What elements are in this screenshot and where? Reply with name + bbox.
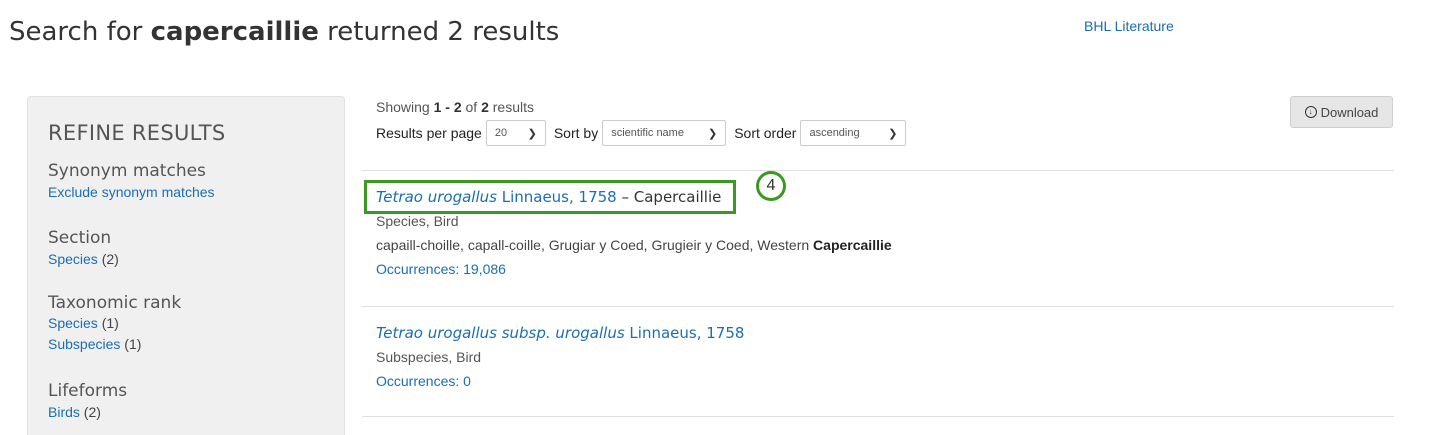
facet-heading: Section — [48, 228, 112, 248]
download-icon: ↓ — [1304, 106, 1317, 118]
per-page-label: Results per page — [376, 125, 482, 141]
facet-synonym-matches: Synonym matches Exclude synonym matches — [48, 161, 215, 203]
facet-count: (2) — [101, 251, 119, 267]
scientific-name: Tetrao urogallus subsp. urogallus — [376, 324, 625, 342]
authority: Linnaeus, 1758 — [624, 324, 745, 342]
title-prefix: Search for — [9, 17, 151, 47]
result-title-link[interactable]: Tetrao urogallus subsp. urogallus Linnae… — [376, 324, 744, 342]
facet-heading: Taxonomic rank — [48, 293, 182, 313]
facet-lifeforms: Lifeforms Birds (2) — [48, 381, 127, 423]
result-controls: Results per page 20 ❯ Sort by scientific … — [376, 120, 914, 146]
result-rank-type: Subspecies, Bird — [376, 349, 482, 365]
divider — [362, 306, 1394, 307]
divider — [362, 416, 1394, 417]
sort-order-value: ascending — [809, 127, 860, 139]
showing-prefix: Showing — [376, 99, 434, 115]
refine-results-heading: REFINE RESULTS — [48, 121, 226, 145]
download-button[interactable]: ↓ Download — [1290, 96, 1393, 128]
annotation-step-badge: 4 — [756, 171, 786, 201]
names-match: Capercaillie — [813, 237, 892, 253]
chevron-down-icon: ❯ — [707, 127, 718, 140]
chevron-down-icon: ❯ — [888, 127, 898, 140]
result-common-names: capaill-choille, capall-coille, Grugiar … — [376, 235, 892, 255]
result-rank-type: Species, Bird — [376, 213, 459, 229]
per-page-value: 20 — [494, 127, 508, 139]
divider — [362, 170, 1394, 171]
showing-range: 1 - 2 — [433, 99, 462, 115]
facet-section: Section Species (2) — [48, 228, 119, 270]
sort-order-label: Sort order — [734, 125, 797, 141]
chevron-down-icon: ❯ — [527, 127, 537, 140]
facet-count: (2) — [83, 404, 101, 420]
exclude-synonym-matches-link[interactable]: Exclude synonym matches — [48, 181, 215, 203]
sort-by-value: scientific name — [611, 127, 684, 139]
showing-results-text: Showing 1 - 2 of 2 results — [376, 99, 534, 115]
search-query: capercaillie — [150, 17, 319, 47]
facet-link-label: Species — [48, 251, 98, 267]
facet-link-label: Subspecies — [48, 336, 121, 352]
title-suffix: returned 2 results — [318, 17, 560, 47]
facet-link-label: Exclude synonym matches — [48, 184, 215, 200]
facet-count: (1) — [101, 315, 119, 331]
facet-link-label: Species — [48, 315, 98, 331]
sort-order-select[interactable]: ascending ❯ — [800, 120, 907, 146]
occurrences-link[interactable]: Occurrences: 19,086 — [376, 261, 892, 277]
sort-by-select[interactable]: scientific name ❯ — [602, 120, 727, 146]
download-label: Download — [1320, 104, 1379, 120]
facet-taxonomic-rank: Taxonomic rank Species (1) Subspecies (1… — [48, 293, 181, 355]
rank-species-link[interactable]: Species (1) — [48, 313, 181, 334]
page-title: Search for capercaillie returned 2 resul… — [9, 17, 559, 47]
showing-total: 2 — [481, 99, 489, 115]
showing-of: of — [461, 99, 482, 115]
section-species-link[interactable]: Species (2) — [48, 248, 119, 270]
facet-heading: Lifeforms — [48, 381, 128, 401]
lifeform-birds-link[interactable]: Birds (2) — [48, 401, 127, 423]
per-page-select[interactable]: 20 ❯ — [485, 120, 546, 146]
facet-heading: Synonym matches — [48, 161, 206, 181]
sort-by-label: Sort by — [553, 125, 599, 141]
occurrences-link[interactable]: Occurrences: 0 — [376, 373, 744, 389]
facet-count: (1) — [124, 336, 142, 352]
annotation-highlight-box — [364, 180, 736, 214]
refine-sidebar: REFINE RESULTS Synonym matches Exclude s… — [27, 96, 345, 435]
rank-subspecies-link[interactable]: Subspecies (1) — [48, 334, 181, 355]
showing-suffix: results — [488, 99, 534, 115]
result-item: Tetrao urogallus subsp. urogallus Linnae… — [376, 324, 744, 389]
facet-link-label: Birds — [48, 404, 80, 420]
bhl-literature-link[interactable]: BHL Literature — [1084, 18, 1174, 34]
names-list: capaill-choille, capall-coille, Grugiar … — [376, 237, 814, 253]
